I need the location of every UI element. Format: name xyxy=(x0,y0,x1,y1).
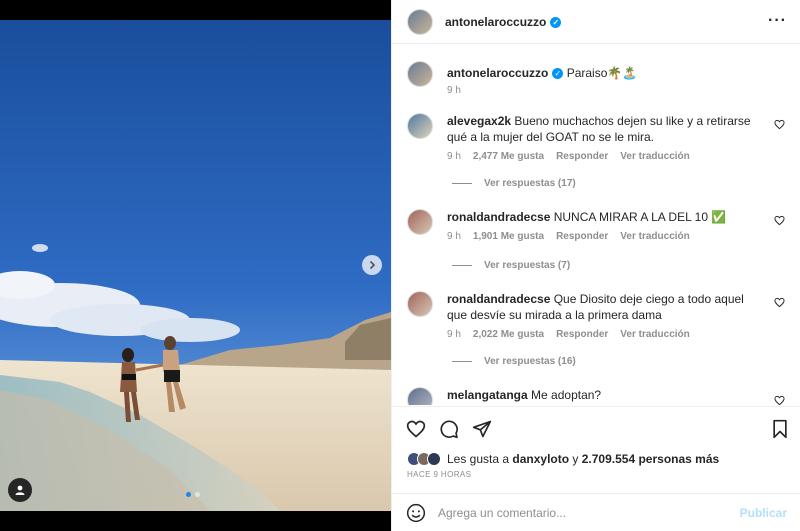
view-replies-button[interactable]: Ver respuestas (17) xyxy=(452,178,576,189)
chevron-right-icon xyxy=(369,260,376,270)
likes-connector: y xyxy=(572,452,579,466)
comment-item: ronaldandradecse NUNCA MIRAR A LA DEL 10… xyxy=(407,209,787,242)
instagram-post-modal: antonelaroccuzzo ✓ ··· antonelaroccuzzo ✓ … xyxy=(0,0,800,531)
heart-icon[interactable] xyxy=(406,419,426,439)
comment-text: melangatanga Me adoptan? xyxy=(447,387,787,403)
author-avatar[interactable] xyxy=(407,61,433,87)
commenter-username[interactable]: ronaldandradecse xyxy=(447,292,550,306)
comment-body: NUNCA MIRAR A LA DEL 10 ✅ xyxy=(553,210,727,224)
comment-body: Me adoptan? xyxy=(531,388,602,402)
likes-prefix: Les gusta a xyxy=(447,452,510,466)
carousel-dot xyxy=(195,492,200,497)
heart-icon[interactable] xyxy=(774,297,785,308)
heart-icon[interactable] xyxy=(774,395,785,405)
view-replies-button[interactable]: Ver respuestas (7) xyxy=(452,260,570,271)
liker-username[interactable]: danxyloto xyxy=(512,452,569,466)
comment-time[interactable]: 9 h xyxy=(447,231,461,242)
comment-text: ronaldandradecse Que Diosito deje ciego … xyxy=(447,291,787,323)
view-replies-button[interactable]: Ver respuestas (16) xyxy=(452,356,576,367)
translate-button[interactable]: Ver traducción xyxy=(620,151,689,162)
emoji-icon[interactable] xyxy=(406,503,426,523)
commenter-username[interactable]: melangatanga xyxy=(447,388,528,402)
commenter-avatar[interactable] xyxy=(407,113,433,139)
caption-body: Paraiso🌴🏝️ xyxy=(566,66,638,80)
comment-meta: 9 h 2,477 Me gusta Responder Ver traducc… xyxy=(447,151,787,162)
comment-item: alevegax2k Bueno muchachos dejen su like… xyxy=(407,113,787,162)
comment-text: alevegax2k Bueno muchachos dejen su like… xyxy=(447,113,787,145)
comment-likes-count[interactable]: 1,901 Me gusta xyxy=(473,231,544,242)
comment-time[interactable]: 9 h xyxy=(447,151,461,162)
commenter-username[interactable]: alevegax2k xyxy=(447,114,511,128)
post-media xyxy=(0,0,391,531)
carousel-dot xyxy=(186,492,191,497)
comment-meta: 9 h 2,022 Me gusta Responder Ver traducc… xyxy=(447,329,787,340)
heart-icon[interactable] xyxy=(774,215,785,226)
heart-icon[interactable] xyxy=(774,119,785,130)
commenter-avatar[interactable] xyxy=(407,291,433,317)
likes-text: Les gusta a danxyloto y 2.709.554 person… xyxy=(447,452,719,466)
tagged-users-button[interactable] xyxy=(8,478,32,502)
more-options-icon[interactable]: ··· xyxy=(768,12,787,30)
caption: antonelaroccuzzo ✓ Paraiso🌴🏝️ 9 h xyxy=(407,61,787,96)
publish-button[interactable]: Publicar xyxy=(740,506,787,520)
comment-meta: 9 h 1,901 Me gusta Responder Ver traducc… xyxy=(447,231,787,242)
comment-icon[interactable] xyxy=(439,419,459,439)
author-username[interactable]: antonelaroccuzzo ✓ xyxy=(445,15,562,29)
caption-meta: 9 h xyxy=(447,85,787,96)
share-icon[interactable] xyxy=(472,419,492,439)
comment-time[interactable]: 9 h xyxy=(447,329,461,340)
post-side-panel: antonelaroccuzzo ✓ ··· antonelaroccuzzo ✓ … xyxy=(391,0,800,531)
comment-item: melangatanga Me adoptan? xyxy=(407,387,787,405)
reply-button[interactable]: Responder xyxy=(556,151,608,162)
carousel-indicator xyxy=(186,492,200,497)
commenter-avatar[interactable] xyxy=(407,387,433,405)
comments-list: antonelaroccuzzo ✓ Paraiso🌴🏝️ 9 h alevega… xyxy=(392,45,800,405)
likes-count[interactable]: 2.709.554 personas más xyxy=(582,452,719,466)
caption-time[interactable]: 9 h xyxy=(447,85,461,96)
post-actions-bar xyxy=(392,406,800,450)
commenter-username[interactable]: ronaldandradecse xyxy=(447,210,550,224)
likes-summary: Les gusta a danxyloto y 2.709.554 person… xyxy=(407,452,719,466)
post-photo[interactable] xyxy=(0,20,391,511)
reply-button[interactable]: Responder xyxy=(556,231,608,242)
post-timestamp[interactable]: HACE 9 HORAS xyxy=(407,470,471,479)
caption-text: antonelaroccuzzo ✓ Paraiso🌴🏝️ xyxy=(447,61,787,81)
caption-username[interactable]: antonelaroccuzzo xyxy=(447,66,548,80)
verified-badge-icon: ✓ xyxy=(552,68,564,79)
commenter-avatar[interactable] xyxy=(407,209,433,235)
comment-likes-count[interactable]: 2,022 Me gusta xyxy=(473,329,544,340)
author-avatar[interactable] xyxy=(407,8,433,35)
translate-button[interactable]: Ver traducción xyxy=(620,329,689,340)
verified-badge-icon: ✓ xyxy=(550,16,562,28)
comment-composer: Publicar xyxy=(392,493,800,531)
translate-button[interactable]: Ver traducción xyxy=(620,231,689,242)
comment-item: ronaldandradecse Que Diosito deje ciego … xyxy=(407,291,787,340)
user-icon xyxy=(15,485,25,495)
post-header: antonelaroccuzzo ✓ ··· xyxy=(392,0,800,44)
comment-input[interactable] xyxy=(438,505,740,520)
bookmark-icon[interactable] xyxy=(770,419,790,439)
comment-likes-count[interactable]: 2,477 Me gusta xyxy=(473,151,544,162)
reply-button[interactable]: Responder xyxy=(556,329,608,340)
next-slide-button[interactable] xyxy=(362,255,382,275)
liker-avatar[interactable] xyxy=(427,452,441,466)
comment-text: ronaldandradecse NUNCA MIRAR A LA DEL 10… xyxy=(447,209,787,225)
